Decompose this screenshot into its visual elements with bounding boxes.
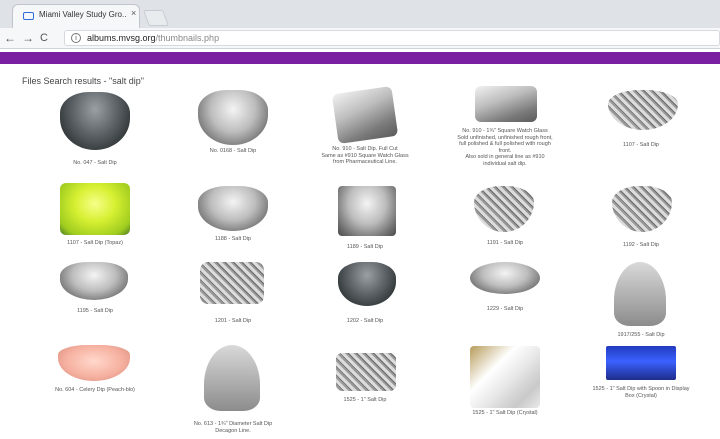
item-caption: No. 604 - Celery Dip (Peach-blo) xyxy=(55,387,135,393)
item-caption: 1229 - Salt Dip xyxy=(486,306,524,312)
item-caption: 1201 - Salt Dip xyxy=(214,318,252,324)
salt-dip-image[interactable] xyxy=(200,262,264,304)
item-caption: 1202 - Salt Dip xyxy=(346,318,384,324)
new-tab-button[interactable] xyxy=(143,10,169,26)
salt-dip-image[interactable] xyxy=(475,86,537,122)
item-caption: 1525 - 1" Salt Dip with Spoon in Display… xyxy=(592,386,690,399)
browser-toolbar: ← → C i albums.mvsg.org/thumbnails.php xyxy=(0,28,720,49)
item-caption: No. 910 - 1¾" Square Watch Glass Sold un… xyxy=(457,128,553,167)
item-caption: No. 613 - 1¾" Diameter Salt Dip Decagon … xyxy=(193,421,273,434)
salt-dip-image[interactable] xyxy=(204,345,260,411)
info-icon[interactable]: i xyxy=(71,33,81,43)
salt-dip-image[interactable] xyxy=(198,90,268,145)
browser-tab[interactable]: Miami Valley Study Gro... × xyxy=(12,4,140,28)
address-bar[interactable]: i albums.mvsg.org/thumbnails.php xyxy=(64,30,720,46)
salt-dip-image[interactable] xyxy=(612,186,672,232)
back-arrow-icon[interactable]: ← xyxy=(4,30,16,46)
tab-title: Miami Valley Study Gro... xyxy=(39,10,127,19)
item-caption: 1191 - Salt Dip xyxy=(487,240,523,246)
forward-arrow-icon[interactable]: → xyxy=(22,30,34,46)
salt-dip-image[interactable] xyxy=(60,262,128,300)
item-caption: No. 0168 - Salt Dip xyxy=(209,148,257,154)
item-caption: No. 047 - Salt Dip xyxy=(73,160,117,166)
item-caption: 1195 - Salt Dip xyxy=(77,308,113,314)
site-header-banner xyxy=(0,52,720,64)
url-host: albums.mvsg.org xyxy=(87,33,156,43)
browser-tab-bar: Miami Valley Study Gro... × xyxy=(0,0,720,28)
salt-dip-image[interactable] xyxy=(331,86,399,144)
address-url: albums.mvsg.org/thumbnails.php xyxy=(87,33,219,43)
item-caption: 1188 - Salt Dip xyxy=(215,236,251,242)
reload-icon[interactable]: C xyxy=(40,30,48,46)
item-caption: 1107 - Salt Dip xyxy=(623,142,659,148)
salt-dip-image[interactable] xyxy=(614,262,666,326)
close-tab-icon[interactable]: × xyxy=(131,8,136,18)
salt-dip-image[interactable] xyxy=(338,262,396,306)
item-caption: 1525 - 1" Salt Dip xyxy=(343,397,387,403)
salt-dip-image[interactable] xyxy=(198,186,268,231)
salt-dip-image[interactable] xyxy=(60,92,130,150)
salt-dip-image[interactable] xyxy=(338,186,396,236)
favicon-icon xyxy=(23,12,34,20)
salt-dip-image[interactable] xyxy=(470,346,540,408)
salt-dip-image[interactable] xyxy=(58,345,130,381)
salt-dip-image[interactable] xyxy=(608,90,678,130)
salt-dip-image[interactable] xyxy=(470,262,540,294)
salt-dip-image[interactable] xyxy=(60,183,130,235)
salt-dip-image[interactable] xyxy=(606,346,676,380)
item-caption: 1525 - 1" Salt Dip (Crystal) xyxy=(472,410,538,416)
search-results-label: Files Search results - "salt dip" xyxy=(22,76,144,86)
salt-dip-image[interactable] xyxy=(474,186,534,232)
item-caption: 1192 - Salt Dip xyxy=(623,242,659,248)
item-caption: 1107 - Salt Dip (Topaz) xyxy=(67,240,123,246)
item-caption: No. 910 - Salt Dip. Full Cut Same as #91… xyxy=(321,146,409,165)
salt-dip-image[interactable] xyxy=(336,353,396,391)
item-caption: 1189 - Salt Dip xyxy=(347,244,383,250)
url-path: /thumbnails.php xyxy=(155,33,220,43)
item-caption: 1917/255 - Salt Dip xyxy=(617,332,665,338)
